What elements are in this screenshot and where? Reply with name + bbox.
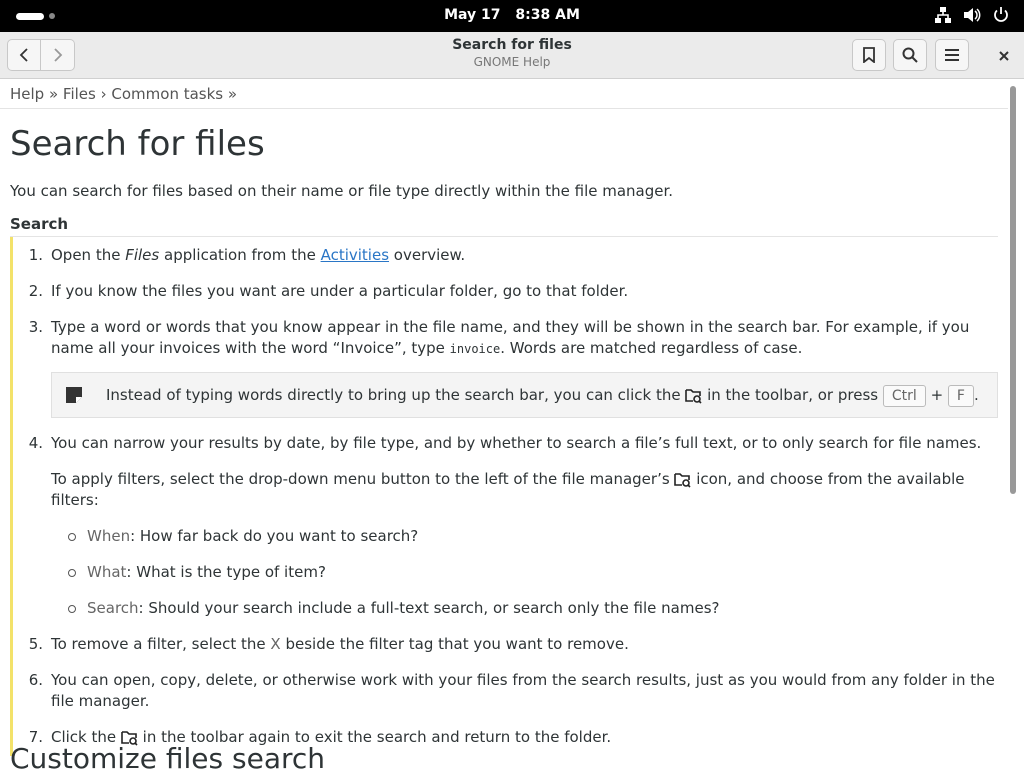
power-icon (994, 7, 1008, 22)
search-icon (902, 47, 918, 63)
step-text: Open the (51, 246, 126, 264)
step-number: 1. (28, 246, 43, 264)
step-number: 5. (28, 635, 43, 653)
breadcrumb-separator: » (223, 85, 238, 103)
filters-list: When: How far back do you want to search… (51, 526, 998, 619)
system-top-bar: May 17 8:38 AM (0, 0, 1024, 32)
list-item: 3. Type a word or words that you know ap… (13, 317, 998, 418)
system-tray[interactable] (934, 6, 1010, 24)
key-plus: + (930, 386, 944, 404)
hamburger-menu-icon (945, 49, 959, 61)
step-text: application from the (159, 246, 321, 264)
list-item: 2. If you know the files you want are un… (13, 281, 998, 302)
breadcrumb: Help » Files › Common tasks » (0, 79, 1008, 109)
window-subtitle: GNOME Help (473, 55, 551, 69)
step-text: You can narrow your results by date, by … (51, 434, 982, 452)
step-text: . Words are matched regardless of case. (500, 339, 803, 357)
filter-item-what: What: What is the type of item? (51, 562, 998, 583)
main-menu-button[interactable] (935, 39, 969, 71)
back-button[interactable] (7, 39, 41, 71)
window-title: Search for files GNOME Help (300, 37, 724, 69)
network-icon (935, 7, 951, 23)
step-text: To apply filters, select the drop-down m… (51, 470, 675, 488)
bookmark-icon (863, 47, 875, 63)
section-heading: Search (10, 214, 998, 237)
navigation-buttons (7, 39, 75, 71)
filter-label: When (87, 527, 131, 545)
breadcrumb-separator: › (95, 85, 112, 103)
key-ctrl: Ctrl (882, 385, 926, 407)
go-forward-icon (53, 48, 62, 62)
breadcrumb-separator: » (44, 85, 63, 103)
step-text: beside the filter tag that you want to r… (280, 635, 629, 653)
note-text: Instead of typing words directly to brin… (106, 386, 686, 404)
code-invoice: invoice (449, 342, 501, 356)
breadcrumb-files[interactable]: Files (63, 85, 96, 103)
go-back-icon (19, 48, 28, 62)
list-item: 6. You can open, copy, delete, or otherw… (13, 670, 998, 712)
breadcrumb-help[interactable]: Help (10, 85, 44, 103)
intro-paragraph: You can search for files based on their … (10, 182, 674, 200)
activities-link[interactable]: Activities (321, 246, 389, 264)
page-title: Search for files (10, 124, 265, 164)
gui-x: X (270, 635, 281, 653)
step-number: 6. (28, 671, 43, 689)
bookmark-button[interactable] (852, 39, 886, 71)
list-item: 1. Open the Files application from the A… (13, 245, 998, 266)
list-item: 5. To remove a filter, select the X besi… (13, 634, 998, 655)
volume-icon (964, 8, 981, 22)
step-text: overview. (389, 246, 466, 264)
step-number: 3. (28, 318, 43, 336)
step-text: To remove a filter, select the (51, 635, 271, 653)
vertical-scrollbar[interactable] (1010, 86, 1016, 494)
header-bar: Search for files GNOME Help (0, 32, 1024, 79)
filter-text: : How far back do you want to search? (130, 527, 419, 545)
window-title-text: Search for files (452, 37, 572, 53)
page-content: Search for files You can search for file… (10, 110, 998, 756)
next-section-heading: Customize files search (10, 742, 326, 775)
folder-search-icon (674, 473, 691, 488)
step-text: If you know the files you want are under… (51, 282, 629, 300)
breadcrumb-common-tasks[interactable]: Common tasks (111, 85, 223, 103)
forward-button[interactable] (41, 39, 75, 71)
note-box: Instead of typing words directly to brin… (51, 372, 998, 418)
step-paragraph: To apply filters, select the drop-down m… (51, 469, 998, 511)
key-f: F (947, 385, 974, 407)
search-button[interactable] (893, 39, 927, 71)
filter-label: Search (87, 599, 139, 617)
steps-list: 1. Open the Files application from the A… (10, 237, 998, 756)
close-icon (999, 51, 1009, 61)
step-number: 2. (28, 282, 43, 300)
step-number: 4. (28, 434, 43, 452)
clock[interactable]: May 17 8:38 AM (0, 7, 1024, 23)
note-text: in the toolbar, or press (702, 386, 883, 404)
filter-label: What (87, 563, 127, 581)
app-name: Files (125, 246, 160, 264)
filter-text: : Should your search include a full-text… (138, 599, 720, 617)
folder-search-icon (685, 389, 702, 404)
filter-item-search: Search: Should your search include a ful… (51, 598, 998, 619)
note-icon (66, 387, 82, 403)
note-text: . (973, 386, 979, 404)
list-item: 4. You can narrow your results by date, … (13, 433, 998, 619)
step-text: You can open, copy, delete, or otherwise… (51, 671, 995, 710)
time-label: 8:38 AM (515, 7, 580, 23)
filter-item-when: When: How far back do you want to search… (51, 526, 998, 547)
filter-text: : What is the type of item? (126, 563, 326, 581)
date-label: May 17 (444, 7, 501, 23)
close-button[interactable] (998, 47, 1010, 66)
